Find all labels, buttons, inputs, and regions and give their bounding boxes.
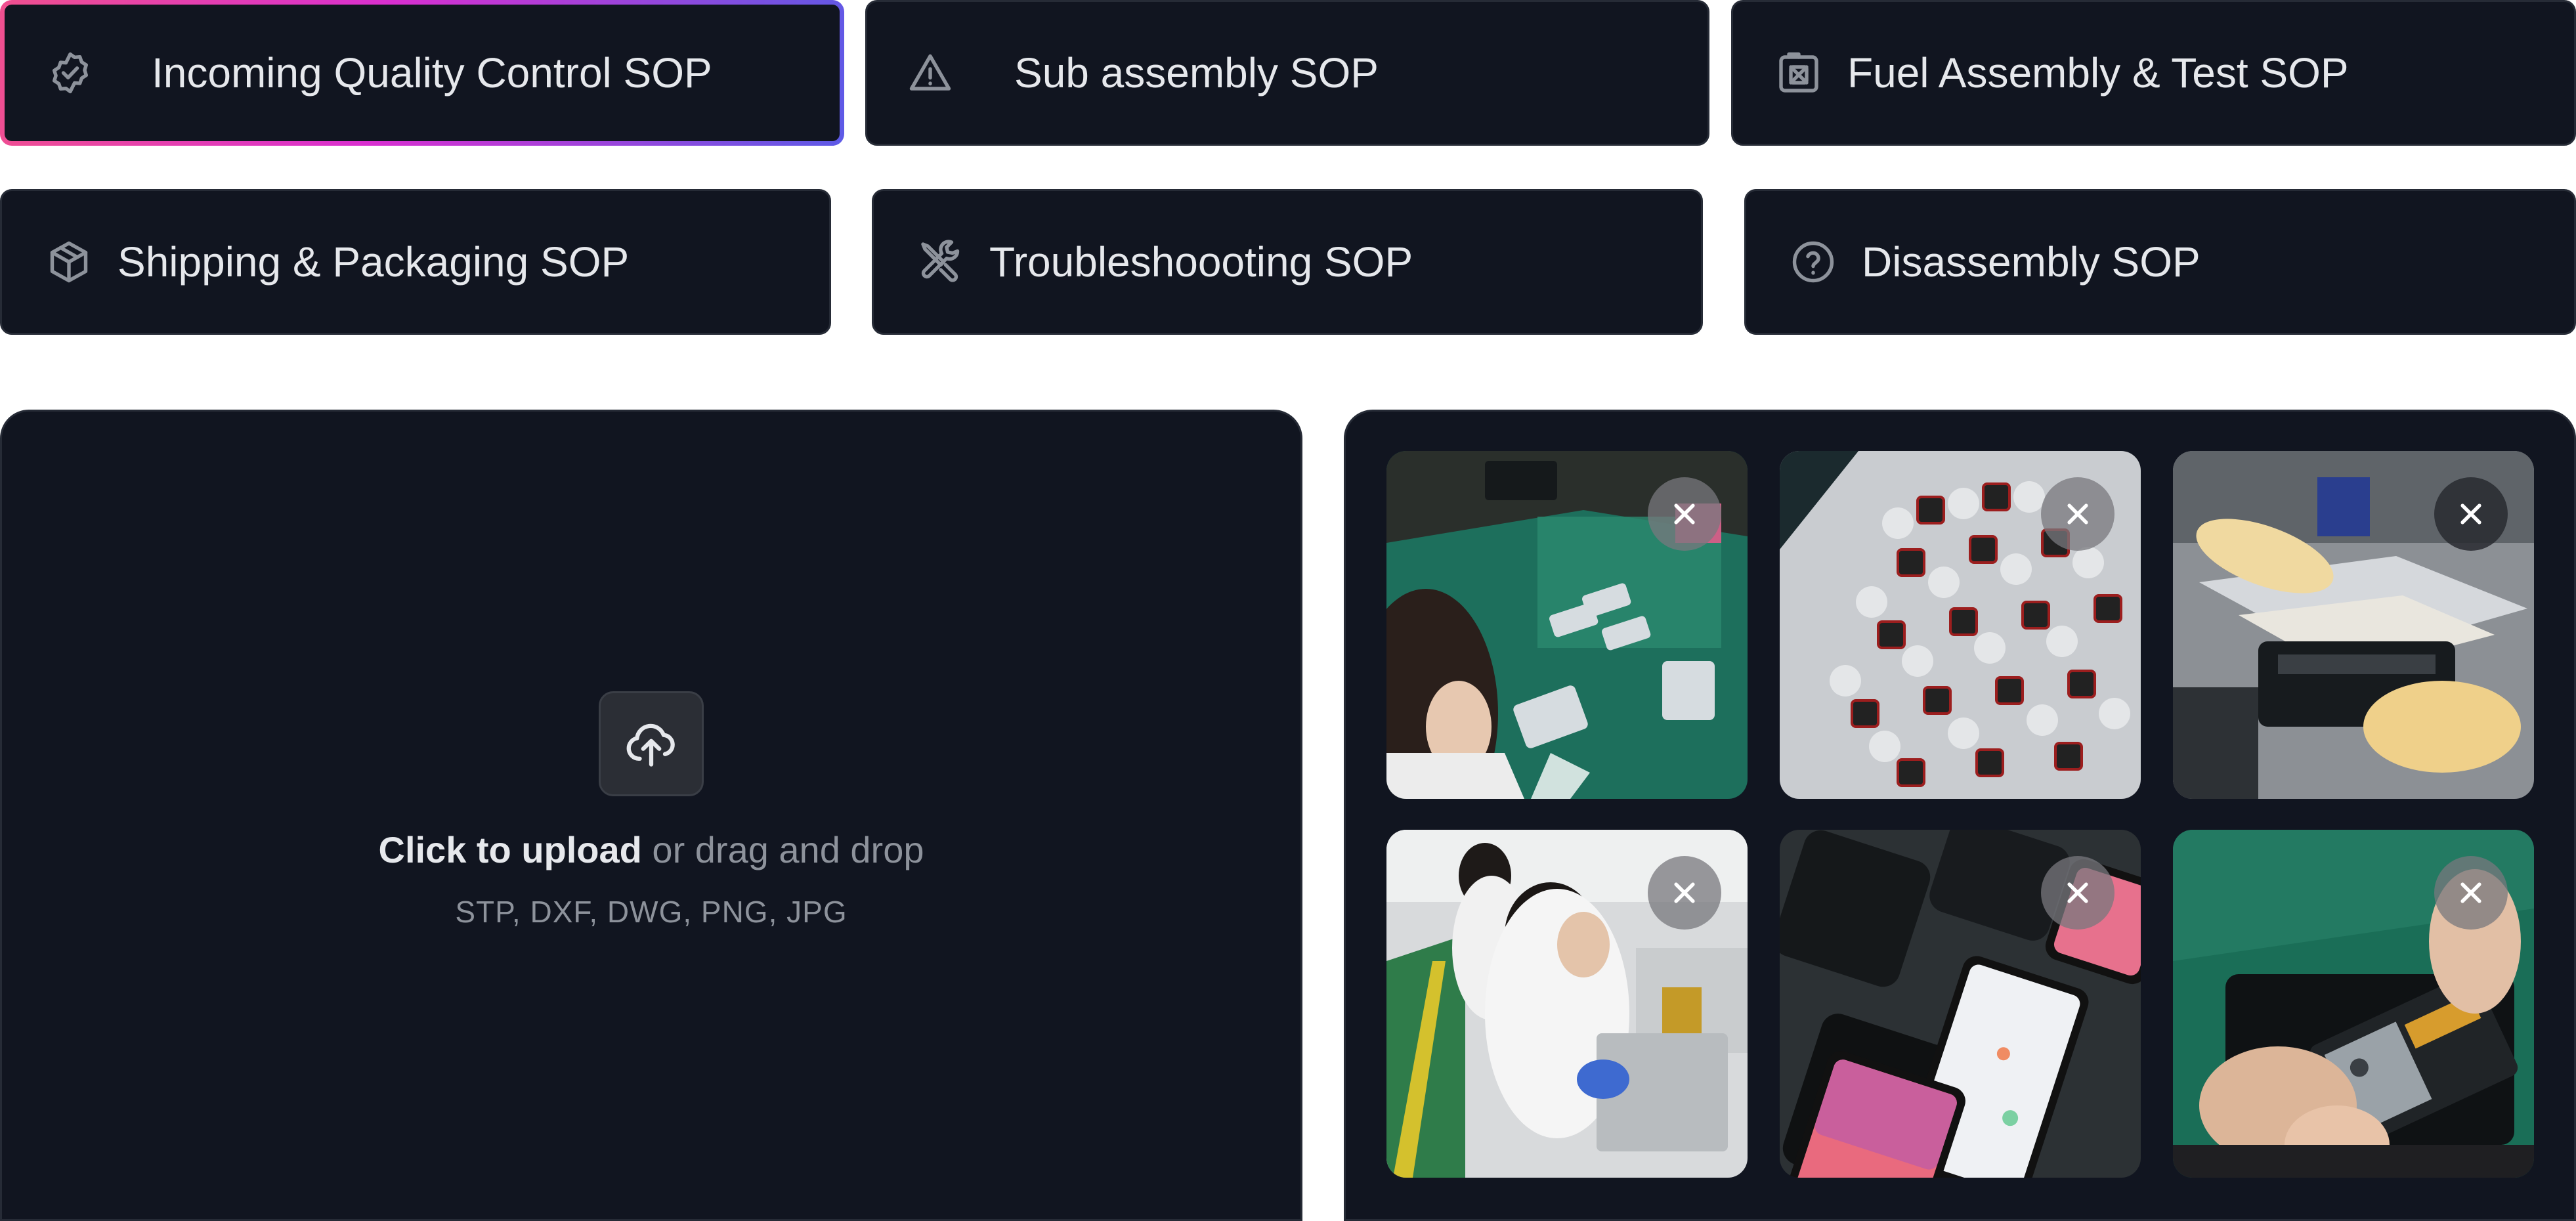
upload-button[interactable] <box>599 691 704 796</box>
tab-fuel-assembly-test-sop[interactable]: Fuel Assembly & Test SOP <box>1731 0 2576 146</box>
close-icon <box>1674 503 1695 525</box>
click-to-upload-link[interactable]: Click to upload <box>379 829 642 870</box>
tab-disassembly-sop[interactable]: Disassembly SOP <box>1744 189 2576 335</box>
gallery-image-screen-press-machine[interactable] <box>2173 451 2534 799</box>
gallery-image-workers-at-bench[interactable] <box>1386 830 1748 1178</box>
drag-drop-text: or drag and drop <box>641 829 924 870</box>
close-icon <box>1674 882 1695 903</box>
close-icon <box>2460 503 2481 525</box>
remove-image-button[interactable] <box>2434 856 2508 930</box>
gallery-image-phone-board-repair[interactable] <box>2173 830 2534 1178</box>
close-icon <box>2067 503 2088 525</box>
gallery-image-phones-on-tray[interactable] <box>1780 830 2141 1178</box>
remove-image-button[interactable] <box>2041 477 2114 551</box>
fuel-icon <box>1774 48 1824 98</box>
tab-label: Shipping & Packaging SOP <box>118 238 630 286</box>
package-icon <box>44 237 94 287</box>
help-circle-icon <box>1788 237 1838 287</box>
tab-troubleshooting-sop[interactable]: Troubleshoooting SOP <box>872 189 1703 335</box>
page: Incoming Quality Control SOP Sub assembl… <box>0 0 2576 1221</box>
tab-label: Disassembly SOP <box>1862 238 2200 286</box>
close-icon <box>2460 882 2481 903</box>
accepted-formats: STP, DXF, DWG, PNG, JPG <box>455 895 848 929</box>
wrench-screwdriver-icon <box>916 237 966 287</box>
tab-sub-assembly-sop[interactable]: Sub assembly SOP <box>865 0 1709 146</box>
tab-label: Incoming Quality Control SOP <box>152 49 712 96</box>
tab-label: Troubleshoooting SOP <box>989 238 1413 286</box>
remove-image-button[interactable] <box>1648 856 1721 930</box>
tab-label: Fuel Assembly & Test SOP <box>1847 49 2349 96</box>
upload-instruction: Click to upload or drag and drop <box>0 828 1302 871</box>
remove-image-button[interactable] <box>2434 477 2508 551</box>
remove-image-button[interactable] <box>2041 856 2114 930</box>
tab-incoming-quality-control-sop[interactable]: Incoming Quality Control SOP <box>0 0 844 146</box>
warning-triangle-icon <box>905 48 955 98</box>
gallery-image-smartwatch-tray[interactable] <box>1780 451 2141 799</box>
close-icon <box>2067 882 2088 903</box>
gallery-image-phone-assembly-line[interactable] <box>1386 451 1748 799</box>
tab-label: Sub assembly SOP <box>1014 49 1379 96</box>
upload-dropzone[interactable] <box>0 410 1302 1221</box>
cloud-upload-icon <box>626 723 675 767</box>
remove-image-button[interactable] <box>1648 477 1721 551</box>
tab-shipping-packaging-sop[interactable]: Shipping & Packaging SOP <box>0 189 831 335</box>
badge-check-icon <box>45 48 95 98</box>
